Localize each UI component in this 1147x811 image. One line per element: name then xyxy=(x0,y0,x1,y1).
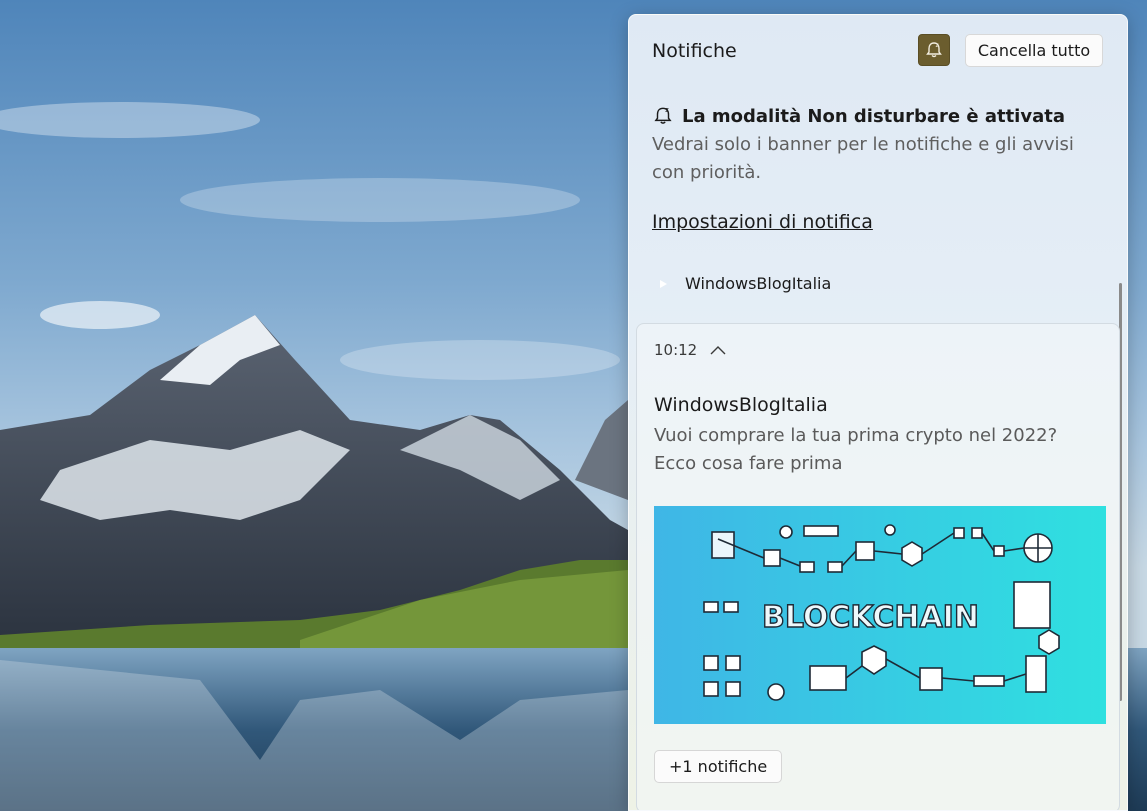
app-icon xyxy=(657,278,669,290)
notification-hero-image: BLOCKCHAIN xyxy=(654,506,1106,724)
dnd-title: La modalità Non disturbare è attivata xyxy=(682,105,1065,127)
notification-time: 10:12 xyxy=(654,341,698,359)
dnd-banner: z La modalità Non disturbare è attivata … xyxy=(652,103,1102,187)
app-group-header: WindowsBlogItalia xyxy=(657,274,831,293)
svg-text:z: z xyxy=(936,42,939,49)
notification-sender: WindowsBlogItalia xyxy=(654,394,828,416)
notification-card[interactable]: 10:12 WindowsBlogItalia Vuoi comprare la… xyxy=(636,323,1120,810)
dnd-description: Vedrai solo i banner per le notifiche e … xyxy=(652,134,1074,183)
blockchain-image-text: BLOCKCHAIN xyxy=(762,600,979,635)
panel-title: Notifiche xyxy=(652,40,737,62)
app-group-name: WindowsBlogItalia xyxy=(685,274,832,293)
do-not-disturb-toggle[interactable]: z xyxy=(918,34,950,66)
notification-settings-link[interactable]: Impostazioni di notifica xyxy=(652,211,873,233)
notification-center: Notifiche z Cancella tutto z La modalità… xyxy=(628,14,1128,811)
svg-text:z: z xyxy=(665,106,669,114)
bell-snooze-icon: z xyxy=(654,106,672,124)
notification-message: Vuoi comprare la tua prima crypto nel 20… xyxy=(654,425,1058,474)
notification-time-row: 10:12 xyxy=(654,341,727,359)
clear-all-button[interactable]: Cancella tutto xyxy=(965,34,1103,67)
bell-snooze-icon: z xyxy=(926,42,942,58)
more-notifications-button[interactable]: +1 notifiche xyxy=(654,750,783,783)
chevron-up-icon[interactable] xyxy=(709,344,727,356)
